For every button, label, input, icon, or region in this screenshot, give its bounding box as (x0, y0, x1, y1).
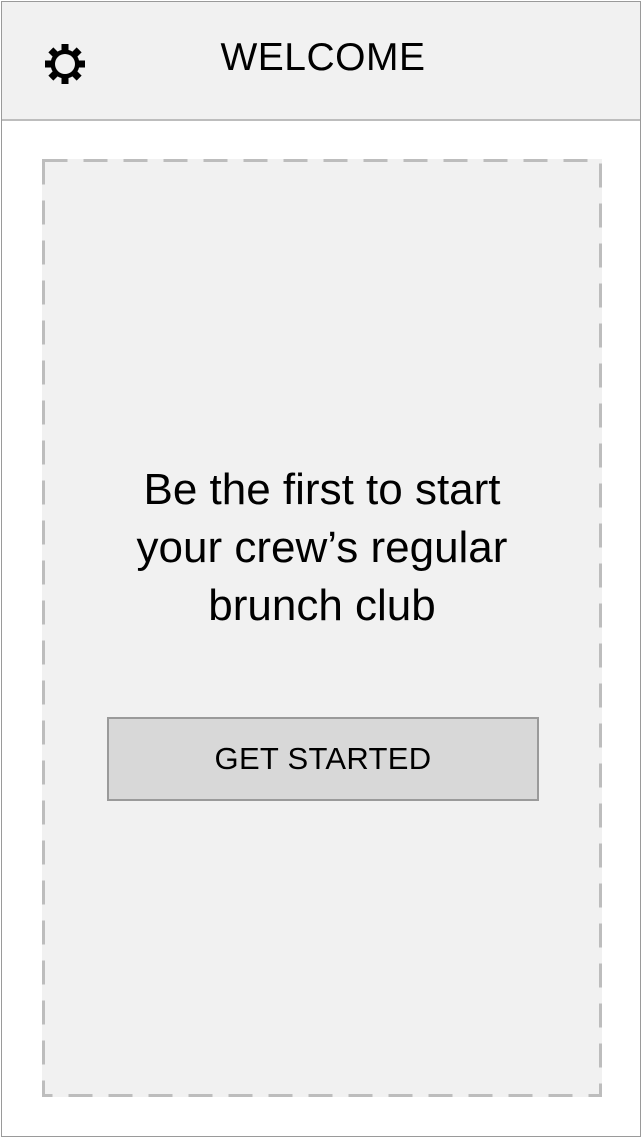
headline-line-1: Be the first to start (143, 465, 501, 514)
headline-line-2: your crew’s regular (136, 523, 508, 572)
get-started-label: GET STARTED (214, 741, 432, 776)
content-placeholder-area: Be the first to start your crew’s regula… (42, 159, 602, 1097)
app-header: WELCOME (2, 2, 640, 121)
headline-line-3: brunch club (208, 581, 436, 630)
page-title: WELCOME (220, 36, 426, 79)
get-started-button[interactable]: GET STARTED (107, 717, 539, 801)
phone-frame: WELCOME Be the first to start your crew’… (1, 1, 641, 1137)
hero-headline: Be the first to start your crew’s regula… (42, 461, 602, 635)
